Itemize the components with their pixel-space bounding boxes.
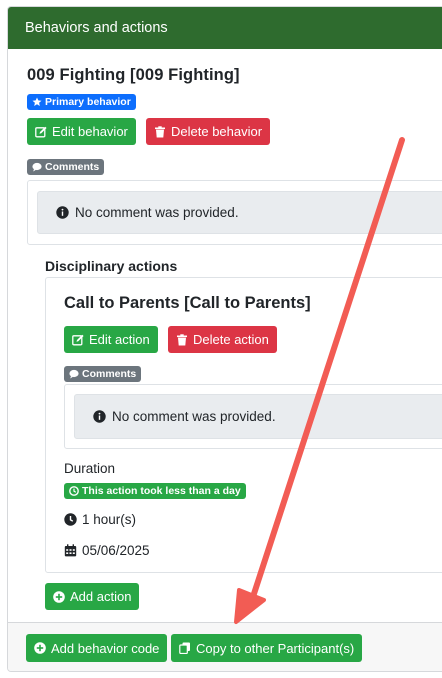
add-behavior-code-label: Add behavior code [51,640,160,656]
trash-icon [177,333,187,345]
add-behavior-code-button[interactable]: Add behavior code [26,634,168,662]
action-title: Call to Parents [Call to Parents] [64,294,311,312]
duration-badge: This action took less than a day [64,483,246,499]
action-date-text: 05/06/2025 [82,543,150,558]
info-icon [56,206,69,219]
clock-icon [64,513,77,526]
behavior-comment-box: No comment was provided. [27,180,442,245]
copy-to-participants-button[interactable]: Copy to other Participant(s) [171,634,363,662]
action-card: Call to Parents [Call to Parents] Edit a… [45,277,442,573]
edit-behavior-button[interactable]: Edit behavior [27,118,136,145]
plus-circle-icon [34,642,46,654]
edit-behavior-label: Edit behavior [52,124,128,139]
comment-icon [32,162,42,172]
action-comment: No comment was provided. [74,394,442,439]
edit-icon [72,334,84,345]
add-action-label: Add action [70,589,132,604]
primary-behavior-badge-label: Primary behavior [45,96,131,108]
duration-hours: 1 hour(s) [64,512,136,527]
delete-action-label: Delete action [193,332,269,347]
calendar-icon [64,544,77,557]
edit-icon [35,126,47,137]
plus-circle-icon [53,590,65,603]
copy-to-participants-label: Copy to other Participant(s) [196,640,355,656]
action-date: 05/06/2025 [64,543,150,558]
behavior-comment-text: No comment was provided. [75,205,239,220]
clock-icon [69,486,79,496]
delete-action-button[interactable]: Delete action [168,326,277,353]
duration-label: Duration [64,461,116,476]
comments-badge: Comments [27,159,105,175]
card-header-title: Behaviors and actions [25,20,168,36]
delete-behavior-label: Delete behavior [171,124,263,139]
copy-icon [179,642,190,654]
duration-hours-text: 1 hour(s) [82,512,137,527]
action-comments-badge-label: Comments [82,368,137,380]
disciplinary-actions-heading: Disciplinary actions [45,258,178,274]
card-header: Behaviors and actions [8,7,442,49]
behavior-title: 009 Fighting [009 Fighting] [27,66,240,84]
behaviors-card: Behaviors and actions 009 Fighting [009 … [7,6,442,672]
info-icon [93,410,106,423]
behavior-comment: No comment was provided. [37,191,442,234]
duration-badge-label: This action took less than a day [82,485,241,497]
action-comments-badge: Comments [64,366,142,382]
trash-icon [155,125,165,137]
edit-action-button[interactable]: Edit action [64,326,158,353]
action-comment-text: No comment was provided. [112,409,276,424]
action-comment-box: No comment was provided. [64,384,442,449]
comments-badge-label: Comments [45,161,100,173]
comment-icon [69,369,79,379]
primary-behavior-badge: Primary behavior [27,94,136,110]
star-icon [32,97,42,106]
delete-behavior-button[interactable]: Delete behavior [146,118,271,145]
add-action-button[interactable]: Add action [45,583,140,610]
edit-action-label: Edit action [89,332,150,347]
card-footer: Add behavior code Copy to other Particip… [8,622,442,671]
